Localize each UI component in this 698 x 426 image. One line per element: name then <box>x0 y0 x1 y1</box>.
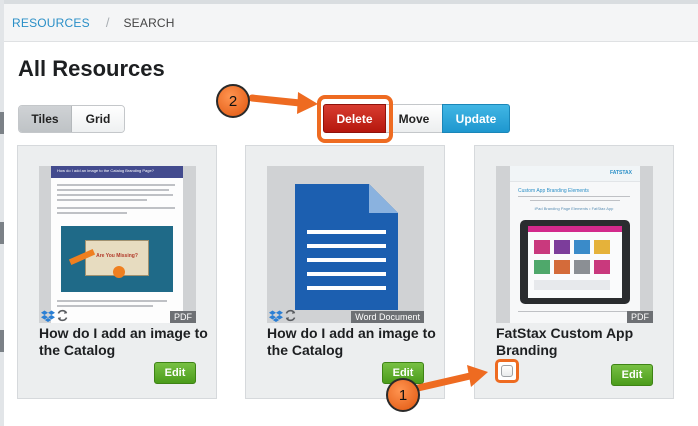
ipad-app-tile <box>554 240 570 254</box>
doc-line <box>530 200 620 201</box>
ipad-footer-bar <box>534 280 610 290</box>
edit-button[interactable]: Edit <box>611 364 653 386</box>
doc-line <box>57 212 127 214</box>
resource-title: FatStax Custom App Branding <box>496 325 634 358</box>
arrow-to-delete <box>248 92 318 114</box>
doc-line <box>57 194 173 196</box>
resource-tile[interactable]: Word Document How do I add an image to t… <box>245 145 445 399</box>
doc-tagline: iPad Branding Page Elements • FatStax Ap… <box>534 206 614 211</box>
ipad-screen <box>528 226 622 298</box>
resource-title: How do I add an image to the Catalog <box>39 325 208 358</box>
doc-line <box>518 196 630 197</box>
breadcrumb: RESOURCES / SEARCH <box>4 4 698 42</box>
checkbox-highlight <box>495 359 519 383</box>
doc-image-marker <box>113 266 125 278</box>
tiles-view-button[interactable]: Tiles <box>19 106 72 132</box>
ipad-screen-bar <box>528 226 622 232</box>
ipad-app-tile <box>534 240 550 254</box>
fatstax-logo: FATSTAX <box>609 170 632 176</box>
doc-line <box>518 311 630 312</box>
dropbox-icon <box>41 310 55 322</box>
move-button[interactable]: Move <box>386 104 442 133</box>
pdf-page-preview: FATSTAX Custom App Branding Elements iPa… <box>510 166 640 323</box>
breadcrumb-separator: / <box>105 15 110 30</box>
word-document-icon <box>295 184 398 310</box>
doc-line <box>57 207 175 209</box>
breadcrumb-resources-link[interactable]: RESOURCES <box>12 16 90 30</box>
doc-image-text: Are You Missing? <box>96 253 138 259</box>
edit-button[interactable]: Edit <box>154 362 196 384</box>
page-title: All Resources <box>18 56 165 81</box>
update-button[interactable]: Update <box>442 104 510 133</box>
resource-tile[interactable]: FATSTAX Custom App Branding Elements iPa… <box>474 145 674 399</box>
doc-line <box>57 199 147 201</box>
view-toggle: Tiles Grid <box>18 105 125 133</box>
select-checkbox[interactable] <box>501 365 513 377</box>
doc-heading: How do I add an image to the Catalog Bra… <box>57 168 154 173</box>
left-sidebar-edge <box>0 0 4 426</box>
resource-tile[interactable]: How do I add an image to the Catalog Bra… <box>17 145 217 399</box>
callout-step-2: 2 <box>216 84 250 118</box>
sync-icon <box>57 309 68 322</box>
doc-line <box>57 305 153 307</box>
doc-line <box>57 189 169 191</box>
callout-step-1: 1 <box>386 378 420 412</box>
file-type-badge: PDF <box>627 311 653 323</box>
doc-screenshot-image: Are You Missing? <box>61 226 173 292</box>
ipad-app-tile <box>594 240 610 254</box>
sidebar-mark <box>0 222 4 244</box>
doc-line <box>57 184 175 186</box>
file-type-badge: Word Document <box>351 311 424 323</box>
sidebar-mark <box>0 112 4 134</box>
sync-icon <box>285 309 296 322</box>
breadcrumb-current: SEARCH <box>123 15 175 30</box>
ipad-app-tile <box>574 240 590 254</box>
ipad-app-tile <box>574 260 590 274</box>
ipad-device-image <box>520 220 630 304</box>
resource-thumbnail[interactable]: Word Document <box>267 166 424 323</box>
resource-thumbnail[interactable]: FATSTAX Custom App Branding Elements iPa… <box>496 166 653 323</box>
ipad-app-tile <box>594 260 610 274</box>
sidebar-mark <box>0 330 4 352</box>
doc-line <box>57 300 167 302</box>
grid-view-button[interactable]: Grid <box>72 106 124 132</box>
delete-highlight-box <box>317 95 393 143</box>
file-type-badge: PDF <box>170 311 196 323</box>
resource-thumbnail[interactable]: How do I add an image to the Catalog Bra… <box>39 166 196 323</box>
dropbox-icon <box>269 310 283 322</box>
resource-title: How do I add an image to the Catalog <box>267 325 436 358</box>
doc-heading: Custom App Branding Elements <box>518 188 589 194</box>
ipad-app-tile <box>554 260 570 274</box>
pdf-page-preview: How do I add an image to the Catalog Bra… <box>51 166 183 323</box>
ipad-app-tile <box>534 260 550 274</box>
